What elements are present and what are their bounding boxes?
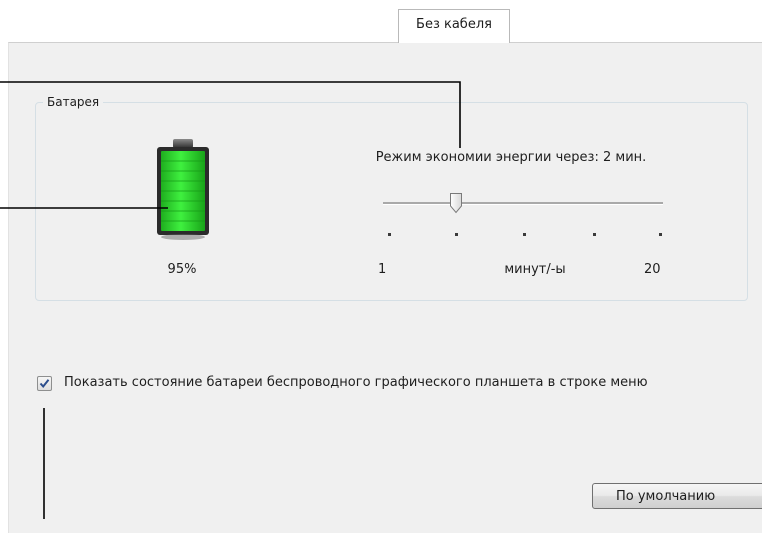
slider-tick [523, 233, 526, 236]
slider-tick [388, 233, 391, 236]
power-saving-label: Режим экономии энергии через: 2 мин. [375, 150, 647, 165]
checkmark-icon [39, 379, 50, 389]
slider-min-label: 1 [378, 262, 387, 277]
default-button[interactable]: По умолчанию [592, 483, 762, 509]
slider-tick [593, 233, 596, 236]
show-status-checkbox[interactable] [37, 376, 52, 391]
power-saving-slider-track[interactable] [383, 202, 663, 205]
battery-group-title: Батарея [43, 94, 104, 110]
slider-unit-label: минут/-ы [504, 262, 566, 277]
power-saving-slider-thumb[interactable] [449, 192, 463, 214]
slider-tick [659, 233, 662, 236]
slider-max-label: 20 [644, 262, 661, 277]
show-status-label[interactable]: Показать состояние батареи беспроводного… [64, 375, 648, 390]
battery-icon [157, 139, 209, 240]
battery-percent: 95% [167, 262, 197, 277]
slider-tick [455, 233, 458, 236]
tab-wireless[interactable]: Без кабеля [398, 9, 510, 43]
